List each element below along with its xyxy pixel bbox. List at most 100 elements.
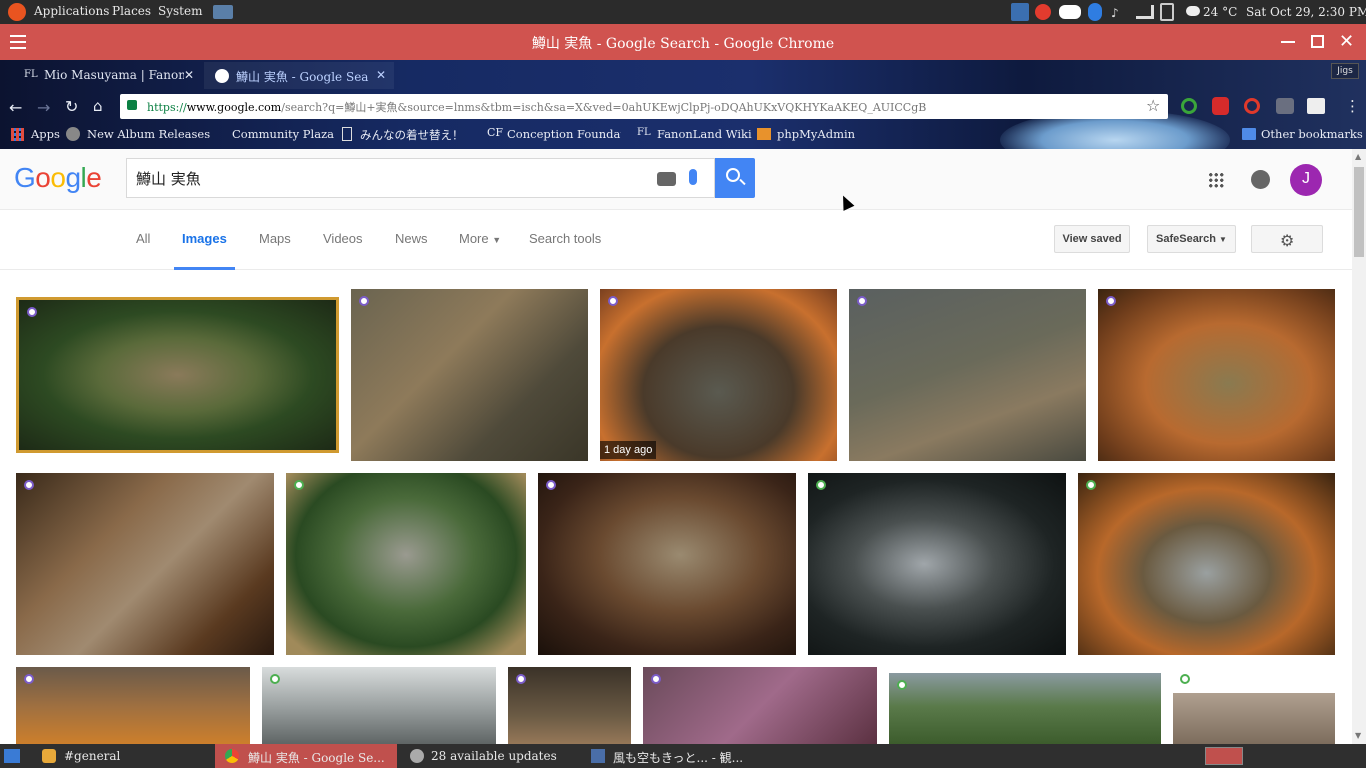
image-result[interactable] [16, 297, 339, 453]
adblock-icon[interactable] [1212, 97, 1229, 115]
ubuntu-logo-icon[interactable] [8, 3, 26, 21]
tab-close-icon[interactable]: ✕ [184, 68, 194, 82]
image-result[interactable] [889, 673, 1161, 744]
weather-icon[interactable] [1186, 6, 1200, 16]
page-scrollbar[interactable]: ▲ ▼ [1352, 149, 1366, 744]
nav-maps[interactable]: Maps [259, 231, 291, 246]
places-menu[interactable]: Places [112, 4, 151, 18]
task-updates[interactable]: 28 available updates [400, 744, 580, 768]
image-result[interactable] [643, 667, 877, 744]
network-monitor-icon[interactable] [213, 5, 233, 19]
extension-red-ring-icon[interactable] [1244, 98, 1260, 114]
workspace-switcher[interactable] [1205, 747, 1243, 765]
nav-images[interactable]: Images [182, 231, 227, 246]
tray-app-icon[interactable] [1011, 3, 1029, 21]
close-window-icon[interactable]: ✕ [1339, 31, 1354, 52]
minimize-icon[interactable] [1281, 41, 1295, 43]
applications-menu[interactable]: Applications [34, 4, 109, 18]
bluetooth-icon[interactable] [1088, 3, 1102, 21]
nav-all[interactable]: All [136, 231, 150, 246]
microphone-icon[interactable] [689, 169, 697, 185]
volume-icon[interactable]: ♪ [1111, 6, 1119, 20]
image-result[interactable] [538, 473, 796, 655]
bookmark-conception-foundation[interactable]: Conception Foundatio [507, 127, 621, 141]
source-badge-icon [516, 674, 526, 684]
discord-icon[interactable] [1059, 5, 1081, 19]
clock[interactable]: Sat Oct 29, 2:30 PM [1246, 5, 1366, 19]
profile-badge[interactable]: Jigs [1331, 63, 1359, 79]
image-result[interactable] [262, 667, 496, 744]
image-result[interactable] [1173, 693, 1335, 744]
forward-button[interactable]: → [37, 98, 50, 117]
scroll-down-arrow-icon[interactable]: ▼ [1355, 731, 1361, 740]
image-result[interactable] [351, 289, 588, 461]
chat-app-icon [42, 749, 56, 763]
font-extension-icon[interactable] [1307, 98, 1325, 114]
bookmark-other-bookmarks[interactable]: Other bookmarks [1261, 127, 1363, 141]
extension-green-icon[interactable] [1181, 98, 1197, 114]
google-logo[interactable]: Google [14, 162, 102, 194]
show-desktop-icon[interactable] [4, 749, 20, 763]
tab-label: Mio Masuyama | FanonL [44, 68, 184, 82]
tab-fanonland[interactable]: FL Mio Masuyama | FanonL ✕ [12, 62, 204, 89]
tab-google-search[interactable]: 鱒山 実魚 - Google Sea ✕ [204, 62, 394, 89]
bookmark-phpmyadmin[interactable]: phpMyAdmin [777, 127, 855, 141]
scrollbar-thumb[interactable] [1354, 167, 1364, 257]
view-saved-button[interactable]: View saved [1054, 225, 1130, 253]
image-result[interactable] [508, 667, 631, 744]
os-top-panel: Applications Places System ♪ 24 °C Sat O… [0, 0, 1366, 24]
nav-news[interactable]: News [395, 231, 428, 246]
settings-button[interactable]: ⚙ [1251, 225, 1323, 253]
extension-speaker-icon[interactable] [1276, 98, 1294, 114]
image-result[interactable]: 1 day ago [600, 289, 837, 461]
address-bar[interactable]: https://www.google.com/search?q=鱒山+実魚&so… [120, 94, 1168, 119]
nav-more-label: More [459, 231, 489, 246]
weather-temp[interactable]: 24 °C [1203, 5, 1237, 19]
search-button[interactable] [715, 158, 755, 198]
back-button[interactable]: ← [9, 98, 22, 117]
image-result[interactable] [16, 667, 250, 744]
image-result[interactable] [286, 473, 526, 655]
search-box[interactable]: 鱒山 実魚 [126, 158, 715, 198]
apps-grid-icon[interactable] [11, 128, 24, 141]
image-result[interactable] [1098, 289, 1335, 461]
image-result[interactable] [808, 473, 1066, 655]
recency-badge: 1 day ago [600, 441, 657, 459]
tab-close-icon[interactable]: ✕ [376, 68, 386, 82]
image-result[interactable] [1078, 473, 1335, 655]
maximize-icon[interactable] [1311, 35, 1324, 48]
signal-icon[interactable] [1136, 5, 1154, 19]
bookmark-kisekae[interactable]: みんなの着せ替え！ [360, 127, 464, 143]
image-result[interactable] [849, 289, 1086, 461]
task-general[interactable]: #general [40, 744, 215, 768]
bookmark-fanonland-wiki[interactable]: FanonLand Wiki [657, 127, 752, 141]
tray-alert-icon[interactable] [1035, 4, 1051, 20]
bookmark-community-plaza[interactable]: Community Plaza [232, 127, 334, 141]
nav-more[interactable]: More ▼ [459, 231, 501, 246]
search-input[interactable]: 鱒山 実魚 [136, 168, 201, 189]
notifications-icon[interactable] [1251, 170, 1270, 189]
chrome-menu-icon[interactable]: ⋮ [1345, 97, 1360, 115]
camera-icon[interactable] [657, 172, 676, 186]
nav-search-tools[interactable]: Search tools [529, 231, 601, 246]
bookmark-star-icon[interactable]: ☆ [1146, 96, 1160, 115]
reload-button[interactable]: ↻ [65, 97, 78, 116]
scroll-up-arrow-icon[interactable]: ▲ [1355, 152, 1361, 161]
home-button[interactable]: ⌂ [93, 97, 103, 115]
system-menu[interactable]: System [158, 4, 202, 18]
bookmark-apps[interactable]: Apps [31, 127, 60, 141]
source-badge-icon [608, 296, 618, 306]
apps-launcher-icon[interactable] [1208, 172, 1224, 188]
source-badge-icon [359, 296, 369, 306]
nav-videos[interactable]: Videos [323, 231, 363, 246]
search-icon-handle [739, 178, 746, 186]
task-chrome-active[interactable]: 鱒山 実魚 - Google Se... [215, 744, 397, 768]
bookmark-new-album-releases[interactable]: New Album Releases [87, 127, 210, 141]
task-document[interactable]: 風も空もきっと... - 観... [585, 744, 765, 768]
chevron-down-icon: ▼ [492, 235, 502, 245]
lock-icon [127, 100, 137, 110]
safesearch-button[interactable]: SafeSearch ▼ [1147, 225, 1236, 253]
clipboard-icon[interactable] [1160, 3, 1174, 21]
image-result[interactable] [16, 473, 274, 655]
account-avatar[interactable]: J [1290, 164, 1322, 196]
